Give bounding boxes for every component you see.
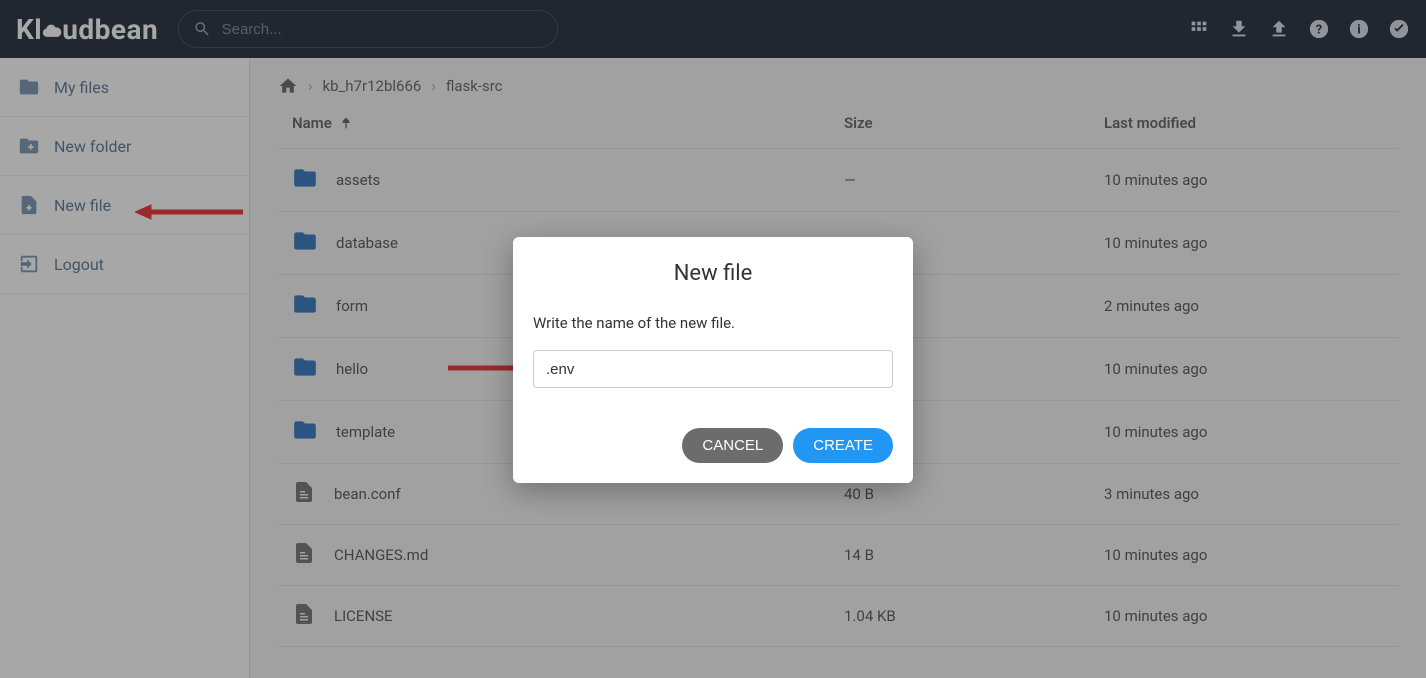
create-button[interactable]: CREATE bbox=[793, 428, 893, 463]
modal-title: New file bbox=[533, 261, 893, 286]
modal-label: Write the name of the new file. bbox=[533, 314, 893, 332]
new-file-modal: New file Write the name of the new file.… bbox=[513, 237, 913, 483]
modal-overlay[interactable]: New file Write the name of the new file.… bbox=[0, 0, 1426, 678]
filename-input[interactable] bbox=[533, 350, 893, 388]
cancel-button[interactable]: CANCEL bbox=[682, 428, 783, 463]
